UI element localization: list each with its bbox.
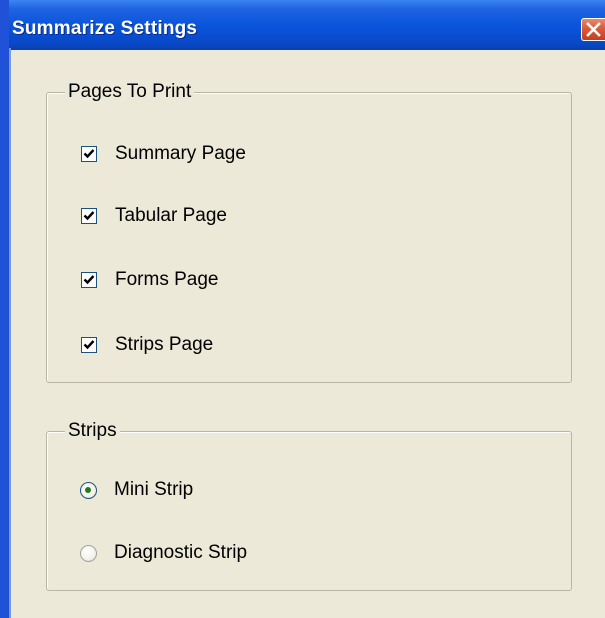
diagnostic-strip-label: Diagnostic Strip [114, 542, 248, 563]
forms-page-label: Forms Page [115, 269, 219, 290]
checkbox-box[interactable] [81, 272, 97, 288]
mini-strip-radio[interactable]: Mini Strip [80, 476, 193, 504]
radio-button-selected[interactable] [80, 481, 97, 499]
pages-to-print-label: Pages To Print [65, 81, 195, 103]
checkbox-box[interactable] [81, 146, 97, 162]
mini-strip-label: Mini Strip [114, 479, 194, 500]
checkmark-icon [83, 149, 95, 159]
window-border [0, 0, 9, 618]
window-title: Summarize Settings [12, 18, 198, 39]
diagnostic-strip-radio[interactable]: Diagnostic Strip [80, 539, 247, 567]
radio-dot-icon [85, 486, 91, 493]
tabular-page-label: Tabular Page [115, 205, 227, 226]
title-bar[interactable]: Summarize Settings [0, 0, 605, 50]
checkmark-icon [83, 340, 95, 350]
radio-button-unselected[interactable] [80, 544, 97, 562]
window-border-inner [9, 48, 11, 618]
checkbox-box[interactable] [81, 337, 97, 353]
close-icon [586, 22, 601, 37]
summary-page-checkbox[interactable]: Summary Page [81, 140, 246, 168]
summarize-settings-dialog: Summarize Settings Pages To Print Summar… [0, 0, 605, 618]
strips-page-checkbox[interactable]: Strips Page [81, 331, 213, 359]
strips-group: Strips [46, 420, 572, 591]
checkmark-icon [83, 211, 95, 221]
strips-group-label: Strips [65, 420, 120, 442]
checkbox-box[interactable] [81, 208, 97, 224]
forms-page-checkbox[interactable]: Forms Page [81, 266, 218, 294]
checkmark-icon [83, 275, 95, 285]
summary-page-label: Summary Page [115, 143, 246, 164]
tabular-page-checkbox[interactable]: Tabular Page [81, 202, 227, 230]
strips-page-label: Strips Page [115, 334, 214, 355]
close-button[interactable] [581, 18, 605, 41]
